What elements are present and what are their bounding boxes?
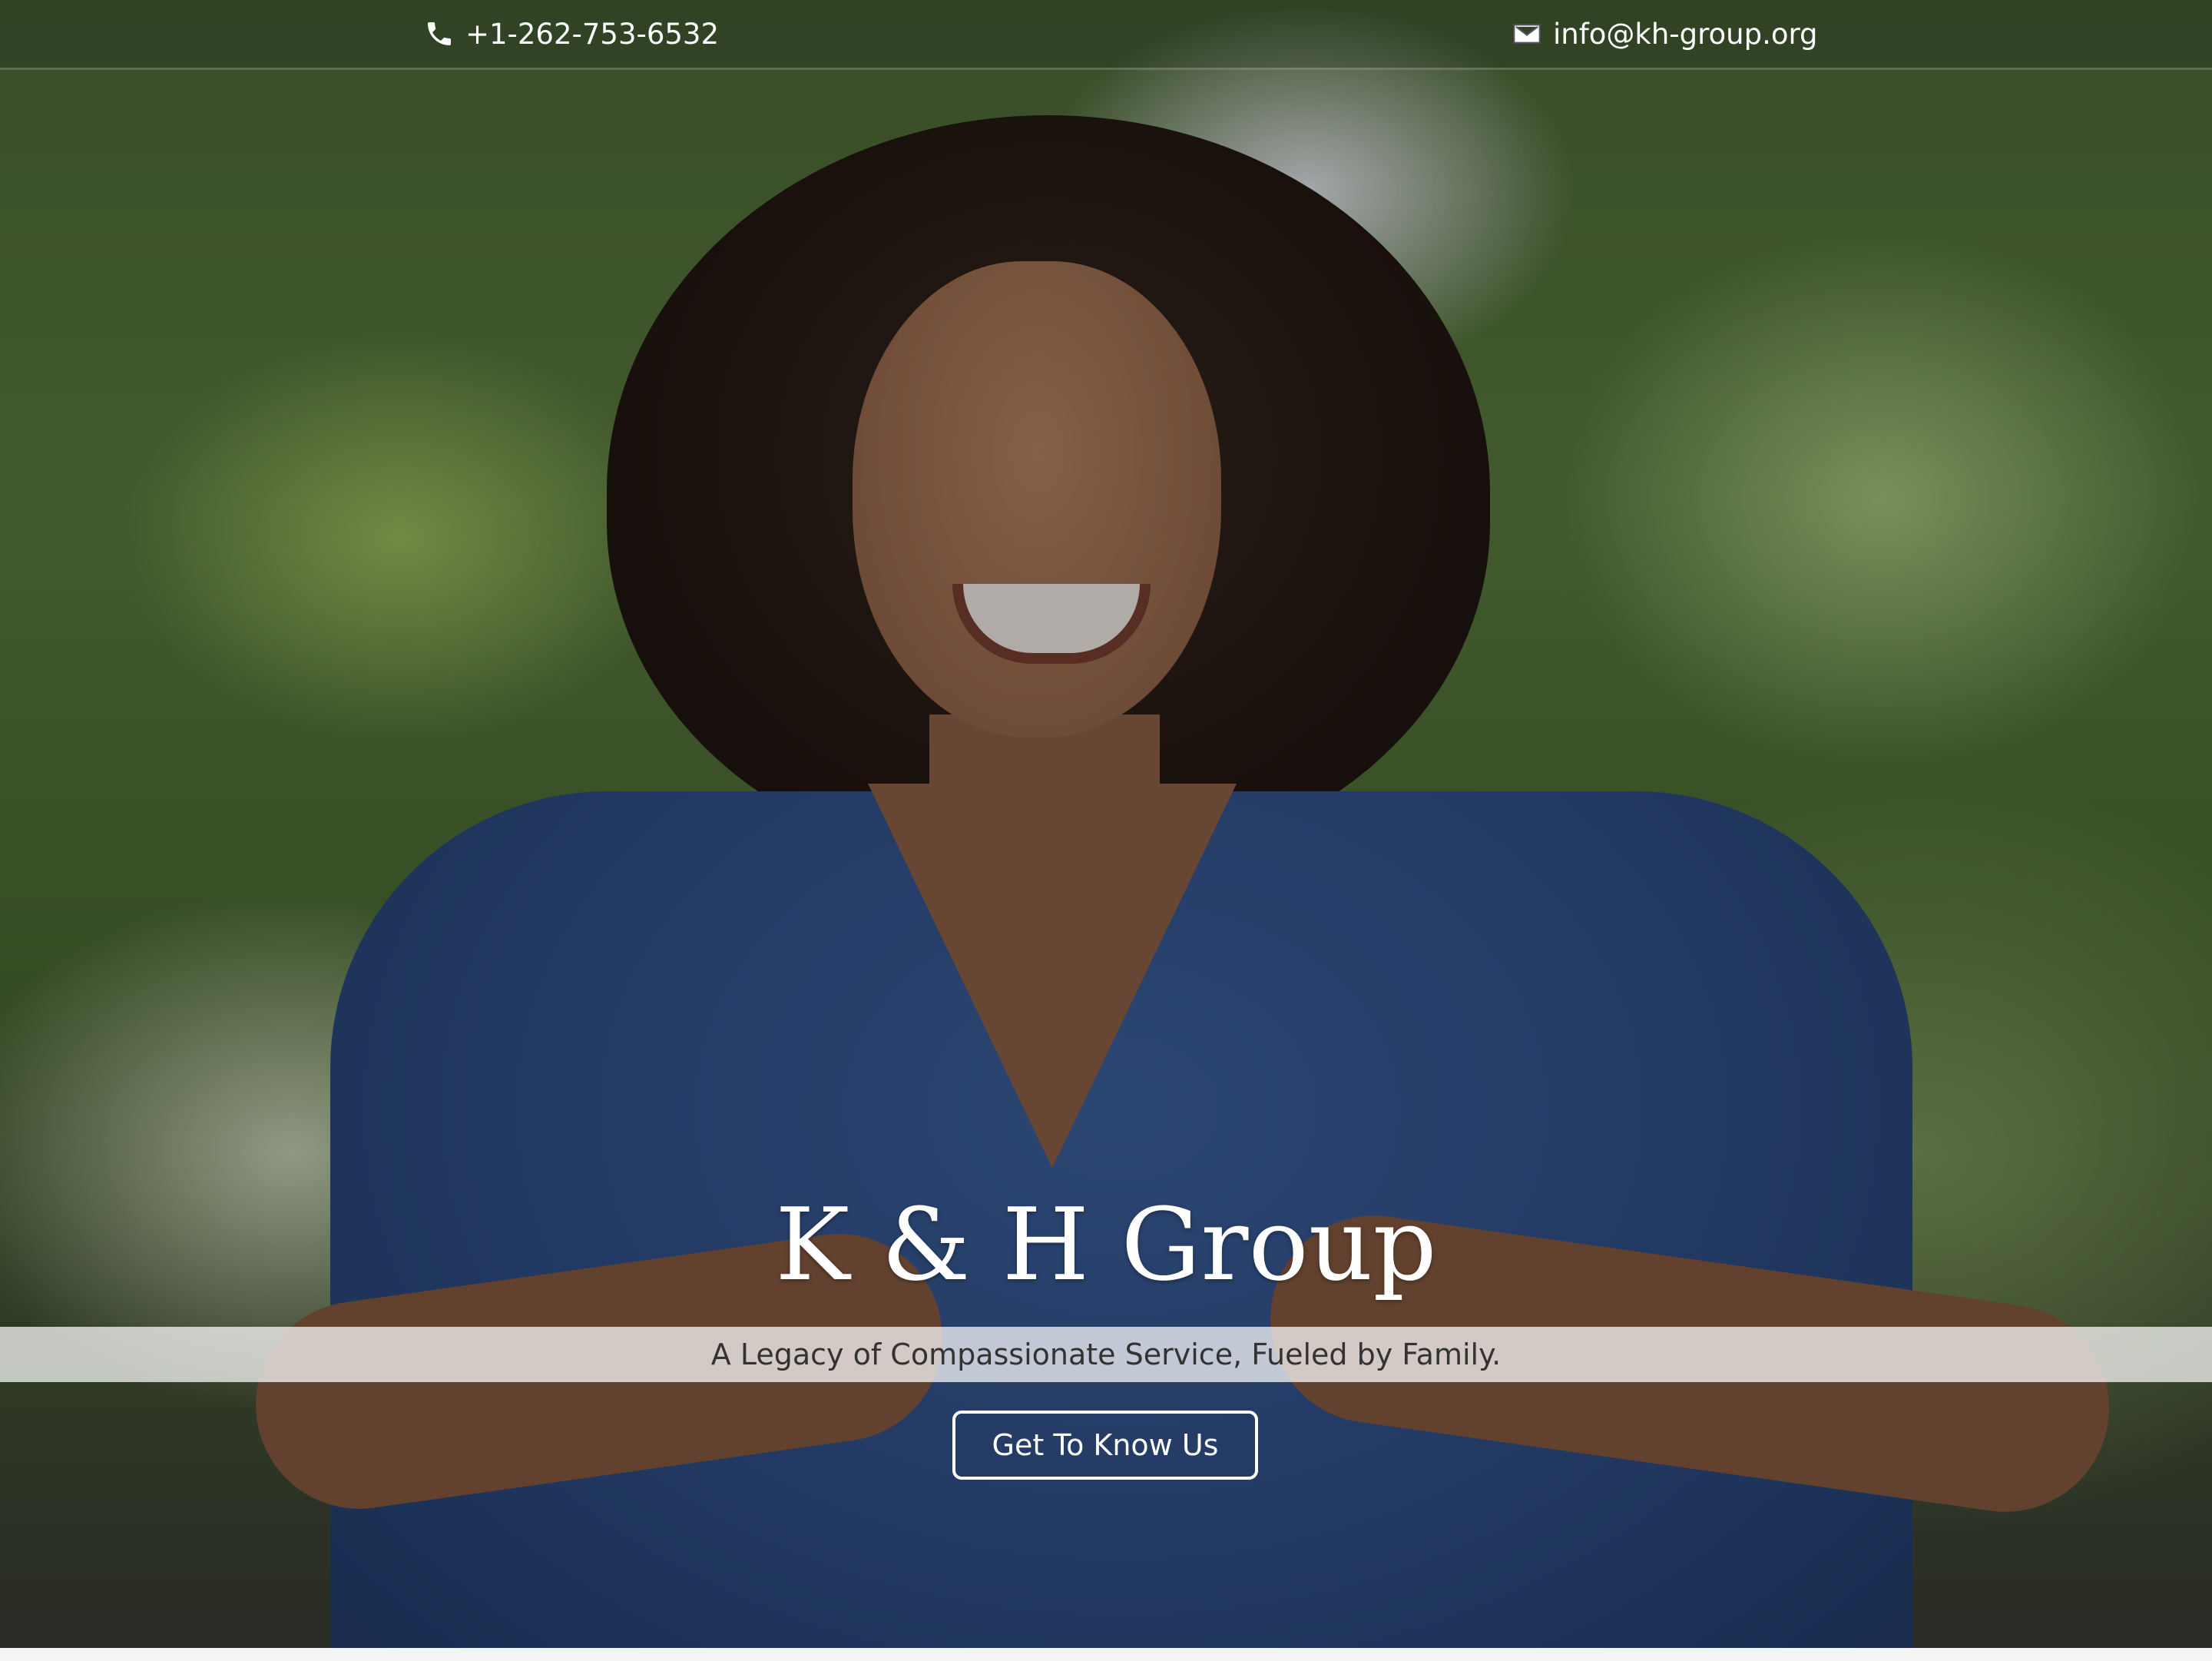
- phone-icon: [428, 22, 451, 45]
- contact-bar: +1-262-753-6532 info@kh-group.org: [0, 0, 2212, 70]
- envelope-icon: [1513, 24, 1541, 44]
- hero-tagline: A Legacy of Compassionate Service, Fuele…: [710, 1338, 1502, 1371]
- hero-overlay: [0, 0, 2212, 1648]
- phone-number: +1-262-753-6532: [465, 17, 720, 51]
- hero-title: K & H Group: [775, 1186, 1437, 1303]
- email-link[interactable]: info@kh-group.org: [1512, 14, 1818, 54]
- get-to-know-us-button[interactable]: Get To Know Us: [952, 1411, 1258, 1480]
- email-address: info@kh-group.org: [1553, 17, 1818, 51]
- hero-section: +1-262-753-6532 info@kh-group.org K & H …: [0, 0, 2212, 1648]
- phone-link[interactable]: +1-262-753-6532: [424, 14, 719, 54]
